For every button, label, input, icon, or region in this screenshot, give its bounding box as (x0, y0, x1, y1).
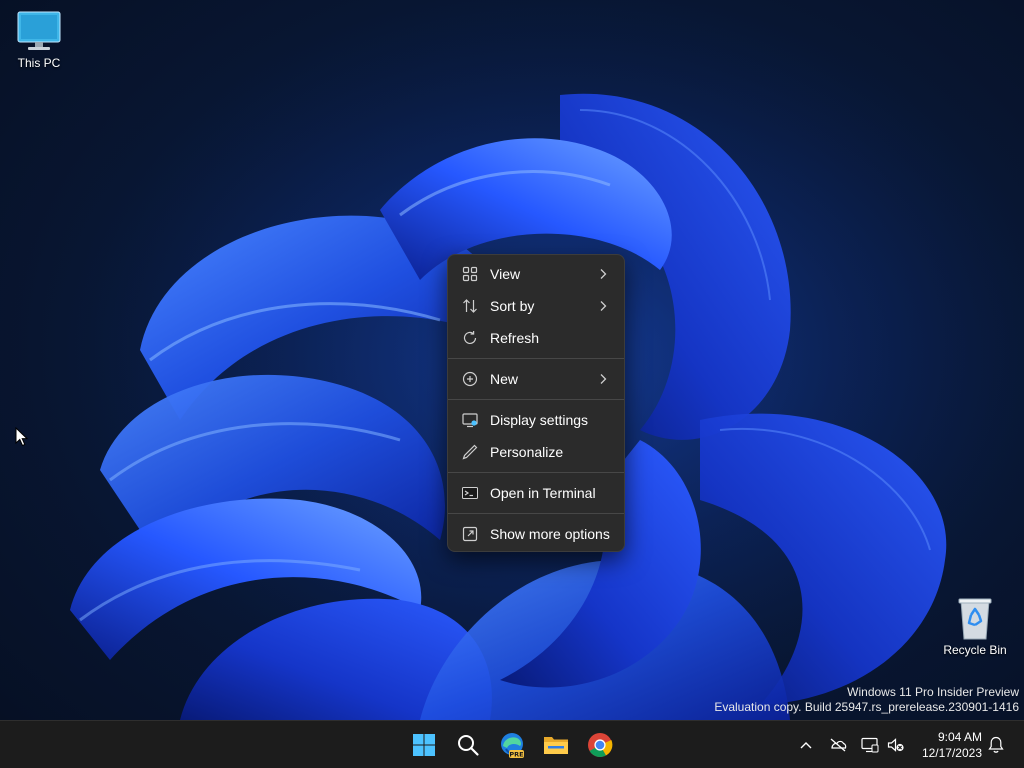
menu-item-view[interactable]: View (452, 258, 620, 290)
watermark-line-build: Evaluation copy. Build 25947.rs_prerelea… (714, 700, 1019, 714)
pen-icon (462, 444, 478, 460)
edge-pre-badge: PRE (509, 750, 523, 758)
menu-item-open-in-terminal[interactable]: Open in Terminal (452, 477, 620, 509)
menu-item-sort-by[interactable]: Sort by (452, 290, 620, 322)
edge-preview-button[interactable]: PRE (494, 727, 530, 763)
menu-item-label: Open in Terminal (490, 485, 596, 501)
menu-item-label: Show more options (490, 526, 610, 542)
network-off-icon (830, 738, 847, 752)
computer-icon (17, 11, 61, 50)
volume-tray-button[interactable] (886, 735, 906, 755)
menu-separator (448, 472, 624, 473)
menu-item-personalize[interactable]: Personalize (452, 436, 620, 468)
taskbar: PRE 9:04 AM 12/17/2023 (0, 720, 1024, 768)
volume-muted-icon (887, 738, 904, 752)
terminal-icon (462, 485, 478, 501)
mouse-cursor-icon (15, 427, 29, 447)
search-icon (458, 735, 479, 756)
watermark-line-edition: Windows 11 Pro Insider Preview (847, 685, 1019, 699)
desktop-icon-label: This PC (17, 56, 61, 70)
menu-item-label: Personalize (490, 444, 564, 460)
chrome-button[interactable] (582, 727, 618, 763)
evaluation-watermark: Windows 11 Pro Insider Preview Evaluatio… (714, 685, 1019, 715)
show-hidden-icons-button[interactable] (796, 735, 816, 755)
menu-item-new[interactable]: New (452, 363, 620, 395)
taskbar-clock[interactable]: 9:04 AM 12/17/2023 (922, 729, 982, 761)
display-icon (462, 412, 478, 428)
display-tray-button[interactable] (860, 735, 880, 755)
menu-item-label: Refresh (490, 330, 540, 346)
chevron-right-icon (598, 300, 608, 312)
notifications-button[interactable] (986, 735, 1006, 755)
menu-separator (448, 399, 624, 400)
more-options-icon (462, 526, 478, 542)
desktop[interactable]: This PC Recycle Bin Windows 11 Pro Insid… (0, 0, 1024, 768)
edge-pre-icon: PRE (501, 733, 524, 758)
plus-circle-icon (462, 371, 478, 387)
grid-icon (462, 266, 478, 282)
sort-icon (462, 298, 478, 314)
clock-time: 9:04 AM (937, 730, 982, 744)
menu-item-label: View (490, 266, 521, 282)
desktop-context-menu: View Sort by Refresh New Display setting… (447, 254, 625, 552)
network-tray-button[interactable] (828, 735, 848, 755)
file-explorer-button[interactable] (538, 727, 574, 763)
menu-item-show-more-options[interactable]: Show more options (452, 518, 620, 550)
folder-icon (544, 737, 568, 754)
start-button[interactable] (406, 727, 442, 763)
chrome-icon (588, 733, 613, 758)
menu-item-label: Sort by (490, 298, 535, 314)
menu-separator (448, 358, 624, 359)
windows-logo-icon (413, 734, 435, 756)
chevron-right-icon (598, 268, 608, 280)
chevron-up-icon (800, 742, 812, 749)
menu-item-refresh[interactable]: Refresh (452, 322, 620, 354)
refresh-icon (462, 330, 478, 346)
desktop-icon-this-pc[interactable]: This PC (1, 10, 77, 70)
menu-separator (448, 513, 624, 514)
menu-item-label: New (490, 371, 519, 387)
menu-item-display-settings[interactable]: Display settings (452, 404, 620, 436)
desktop-icon-label: Recycle Bin (943, 643, 1007, 657)
menu-item-label: Display settings (490, 412, 589, 428)
display-monitor-icon (861, 737, 879, 753)
clock-date: 12/17/2023 (921, 746, 982, 760)
search-button[interactable] (450, 727, 486, 763)
desktop-icon-recycle-bin[interactable]: Recycle Bin (937, 597, 1013, 657)
recycle-bin-icon (958, 598, 992, 640)
chevron-right-icon (598, 373, 608, 385)
bell-icon (988, 736, 1004, 753)
